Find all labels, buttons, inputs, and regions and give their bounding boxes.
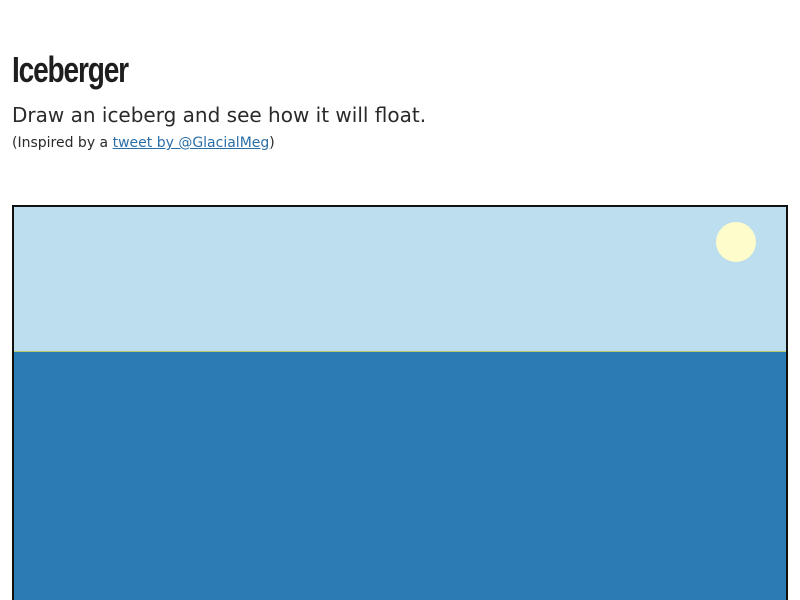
waterline — [14, 351, 786, 352]
sun-icon — [716, 222, 756, 262]
inspiration-credit: (Inspired by a tweet by @GlacialMeg) — [12, 133, 275, 153]
water — [14, 352, 786, 600]
page-subtitle: Draw an iceberg and see how it will floa… — [12, 103, 427, 127]
credit-suffix: ) — [269, 135, 275, 151]
sky — [14, 207, 786, 352]
tweet-link[interactable]: tweet by @GlacialMeg — [113, 135, 270, 151]
iceberg-drawing-canvas[interactable] — [12, 205, 788, 600]
credit-prefix: (Inspired by a — [12, 135, 113, 151]
page-title: Iceberger — [12, 49, 129, 90]
